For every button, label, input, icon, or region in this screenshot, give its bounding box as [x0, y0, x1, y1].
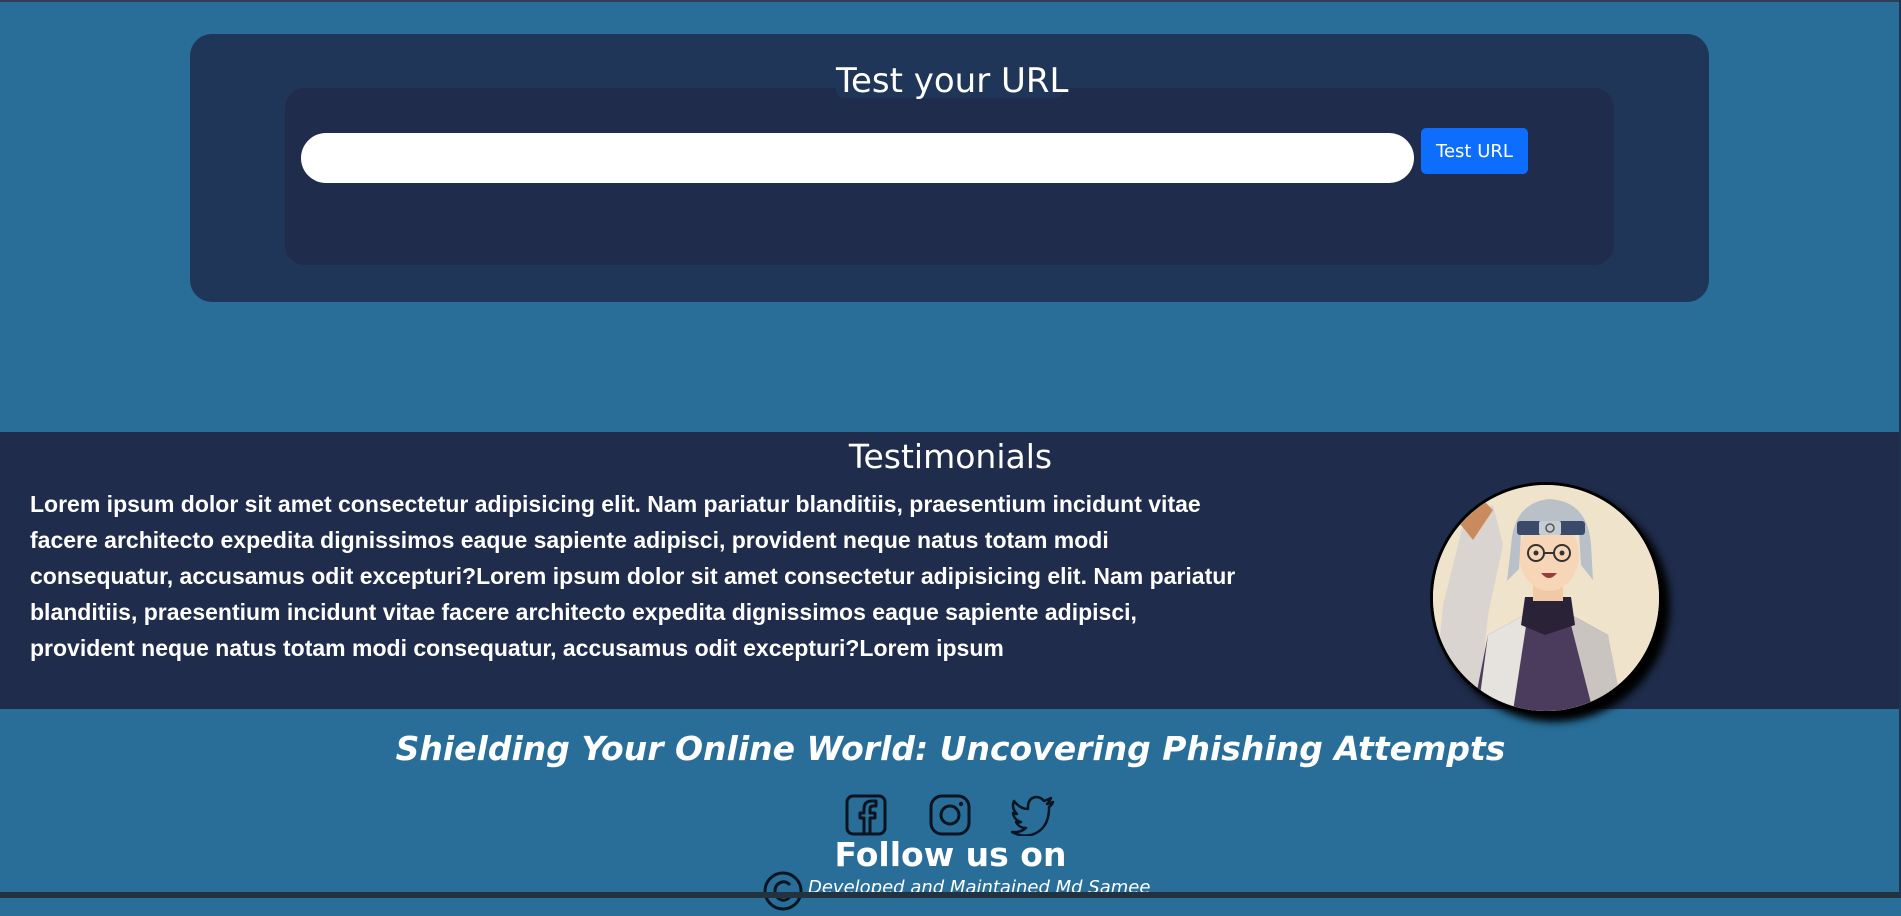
testimonial-text: Lorem ipsum dolor sit amet consectetur a… — [30, 491, 1236, 661]
test-url-button[interactable]: Test URL — [1421, 128, 1528, 174]
testimonials-title: Testimonials — [848, 437, 1053, 476]
testimonial-avatar — [1430, 482, 1662, 714]
facebook-icon[interactable] — [845, 794, 887, 836]
url-tester-title: Test your URL — [836, 61, 1069, 101]
url-input[interactable] — [301, 133, 1414, 183]
top-border — [0, 0, 1901, 2]
instagram-icon[interactable] — [929, 794, 971, 836]
follow-us-text: Follow us on — [834, 835, 1067, 874]
anime-character-avatar — [1433, 485, 1659, 711]
bottom-border — [0, 892, 1901, 898]
copyright-icon — [762, 870, 804, 912]
footer-tagline: Shielding Your Online World: Uncovering … — [395, 729, 1506, 768]
twitter-icon[interactable] — [1010, 794, 1055, 837]
